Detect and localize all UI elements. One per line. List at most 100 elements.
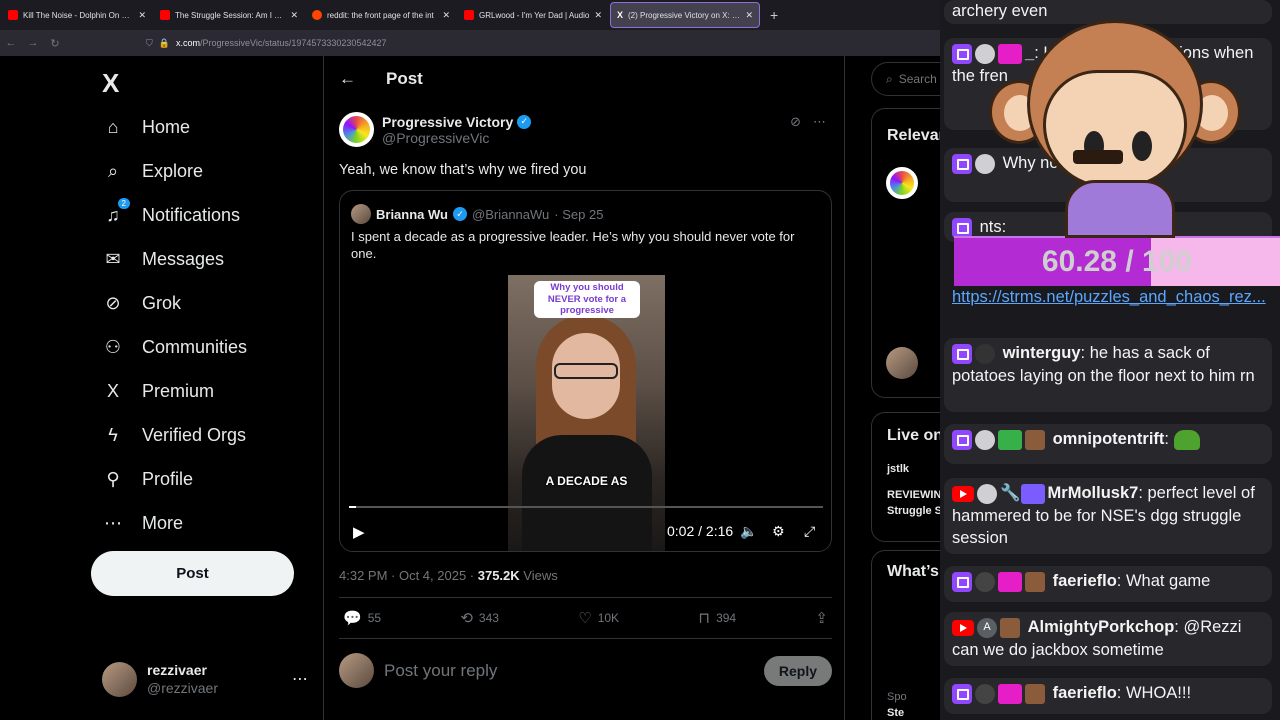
address-field[interactable]: ⛉ 🔒 x.com/ProgressiveVic/status/19745733… bbox=[146, 38, 386, 49]
shield-icon[interactable]: ⛉ bbox=[146, 38, 153, 49]
verified-badge-icon: ✓ bbox=[453, 207, 467, 221]
avatar[interactable] bbox=[886, 347, 918, 379]
more-options-icon[interactable]: ⋯ bbox=[813, 114, 826, 130]
post-actions: 💬 55 ⟲ 343 ♡ 10K ⊓ 394 ⇪ bbox=[339, 597, 832, 639]
avatar bbox=[977, 483, 997, 504]
post-button[interactable]: Post bbox=[91, 551, 294, 596]
post-text: Yeah, we know that’s why we fired you bbox=[339, 162, 587, 178]
nav-item-premium[interactable]: X Premium bbox=[102, 380, 214, 402]
score-meter: 60.28 / 100 bbox=[954, 236, 1280, 286]
reply-input[interactable]: Post your reply bbox=[384, 661, 754, 681]
avatar bbox=[975, 571, 995, 592]
share-action[interactable]: ⇪ bbox=[815, 609, 828, 627]
nav-item-explore[interactable]: ⌕ Explore bbox=[102, 160, 203, 182]
page-title: Post bbox=[386, 69, 423, 88]
avatar bbox=[339, 653, 374, 688]
video-caption: Why you should NEVER vote for a progress… bbox=[534, 281, 640, 318]
more-circle-icon: ⋯ bbox=[104, 512, 122, 533]
fullscreen-icon[interactable]: ⤢ bbox=[804, 523, 815, 540]
like-action[interactable]: ♡ 10K bbox=[578, 609, 619, 627]
reload-icon[interactable]: ↻ bbox=[44, 37, 66, 50]
volume-icon[interactable]: 🔈 bbox=[740, 523, 757, 540]
browser-tab-active[interactable]: X (2) Progressive Victory on X: "Ye ✕ bbox=[610, 2, 760, 28]
nav-item-profile[interactable]: ⚲ Profile bbox=[102, 468, 193, 490]
avatar bbox=[975, 429, 995, 450]
settings-gear-icon[interactable]: ⚙ bbox=[772, 523, 785, 540]
left-navigation: X ⌂ Home ⌕ Explore ♫ 2 Notifications ✉ Messag… bbox=[90, 56, 310, 720]
video-progress-bar[interactable] bbox=[349, 506, 823, 508]
nav-item-notifications[interactable]: ♫ 2 Notifications bbox=[102, 198, 240, 226]
back-arrow-icon[interactable]: ← bbox=[339, 69, 356, 89]
avatar bbox=[975, 683, 995, 704]
close-tab-icon[interactable]: ✕ bbox=[290, 10, 298, 21]
chat-message: omnipotentrift: bbox=[944, 424, 1272, 464]
reddit-favicon-icon bbox=[312, 10, 322, 20]
search-input[interactable]: ⌕ Search bbox=[871, 62, 940, 96]
avatar: A bbox=[977, 617, 997, 638]
back-arrow-icon[interactable]: ← bbox=[0, 37, 22, 49]
reply-composer: Post your reply Reply bbox=[339, 653, 832, 688]
video-player[interactable]: Why you should NEVER vote for a progress… bbox=[340, 273, 831, 551]
nav-item-home[interactable]: ⌂ Home bbox=[102, 116, 190, 138]
close-tab-icon[interactable]: ✕ bbox=[745, 10, 753, 21]
browser-tab[interactable]: GRLwood - I'm Yer Dad | Audio ✕ bbox=[458, 2, 608, 28]
youtube-badge-icon bbox=[952, 485, 974, 502]
share-icon: ⇪ bbox=[815, 610, 828, 627]
quote-author-avatar bbox=[351, 204, 371, 224]
search-icon: ⌕ bbox=[886, 71, 893, 86]
play-icon[interactable]: ▶ bbox=[353, 523, 365, 541]
repost-icon: ⟲ bbox=[460, 610, 473, 627]
grok-icon[interactable]: ⊘ bbox=[790, 114, 801, 130]
reply-button[interactable]: Reply bbox=[763, 655, 832, 686]
video-subtitle: A DECADE AS bbox=[545, 474, 628, 488]
nav-item-verified-orgs[interactable]: ϟ Verified Orgs bbox=[102, 424, 246, 446]
repost-action[interactable]: ⟲ 343 bbox=[460, 609, 499, 627]
bookmark-action[interactable]: ⊓ 394 bbox=[698, 609, 736, 627]
new-tab-icon[interactable]: + bbox=[770, 7, 778, 23]
more-options-icon[interactable]: ⋯ bbox=[292, 669, 308, 689]
score-text: 60.28 / 100 bbox=[1041, 245, 1193, 278]
browser-tab[interactable]: Kill The Noise - Dolphin On Wh ✕ bbox=[2, 2, 152, 28]
nav-item-more[interactable]: ⋯ More bbox=[102, 512, 183, 534]
avatar[interactable] bbox=[886, 167, 918, 199]
close-tab-icon[interactable]: ✕ bbox=[138, 10, 146, 21]
chat-message: https://strms.net/puzzles_and_chaos_rez.… bbox=[944, 282, 1272, 328]
account-switcher[interactable]: rezzivaer @rezzivaer ⋯ bbox=[102, 661, 308, 697]
live-on-x-panel: Live on X jstlk REVIEWING Struggle S bbox=[871, 412, 940, 542]
twitch-badge-icon bbox=[952, 683, 972, 704]
youtube-favicon-icon bbox=[464, 10, 474, 20]
member-badge-icon bbox=[1020, 483, 1045, 504]
relevant-people-panel: Relevant pe bbox=[871, 108, 940, 398]
quoted-post[interactable]: Brianna Wu ✓ @BriannaWu · Sep 25 I spent… bbox=[339, 190, 832, 552]
twitch-badge-icon bbox=[952, 343, 972, 364]
nav-item-grok[interactable]: ⊘ Grok bbox=[102, 292, 181, 314]
browser-tab[interactable]: reddit: the front page of the int ✕ bbox=[306, 2, 456, 28]
chat-message: winterguy: he has a sack of potatoes lay… bbox=[944, 338, 1272, 412]
nav-item-messages[interactable]: ✉ Messages bbox=[102, 248, 224, 270]
lock-icon[interactable]: 🔒 bbox=[159, 38, 170, 49]
author-avatar[interactable] bbox=[339, 112, 374, 147]
reply-action[interactable]: 💬 55 bbox=[343, 609, 381, 627]
close-tab-icon[interactable]: ✕ bbox=[442, 10, 450, 21]
chat-link[interactable]: https://strms.net/puzzles_and_chaos_rez.… bbox=[952, 288, 1266, 306]
tab-bar: Kill The Noise - Dolphin On Wh ✕ The Stru… bbox=[0, 0, 940, 30]
close-tab-icon[interactable]: ✕ bbox=[594, 10, 602, 21]
browser-tab[interactable]: The Struggle Session: Am I Leav ✕ bbox=[154, 2, 304, 28]
wrench-icon: 🔧 bbox=[1000, 484, 1021, 502]
notification-count-badge: 2 bbox=[117, 198, 130, 209]
avatar bbox=[1025, 429, 1045, 450]
lightning-icon: ϟ bbox=[108, 424, 118, 445]
x-premium-icon: X bbox=[106, 380, 119, 401]
x-logo-icon[interactable]: X bbox=[102, 68, 119, 99]
person-icon: ⚲ bbox=[106, 468, 120, 489]
youtube-favicon-icon bbox=[8, 10, 18, 20]
twitch-badge-icon bbox=[952, 429, 972, 450]
chat-message: A AlmightyPorkchop: @Rezzi can we do jac… bbox=[944, 612, 1272, 666]
x-favicon-icon: X bbox=[617, 10, 624, 20]
forward-arrow-icon[interactable]: → bbox=[22, 37, 44, 49]
video-frame: Why you should NEVER vote for a progress… bbox=[508, 275, 665, 551]
post-author[interactable]: Progressive Victory ✓ @ProgressiveVic bbox=[339, 112, 532, 147]
nav-item-communities[interactable]: ⚇ Communities bbox=[102, 336, 247, 358]
pepe-emote-icon bbox=[1173, 429, 1200, 450]
gem-badge-icon bbox=[998, 571, 1022, 592]
